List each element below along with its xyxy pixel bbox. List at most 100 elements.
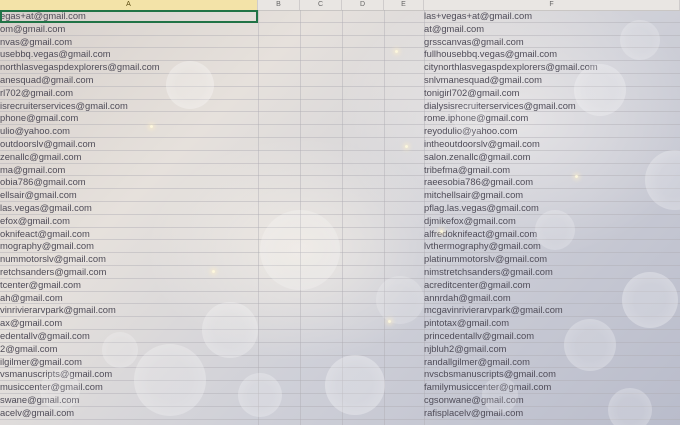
cell-column-a[interactable]: phone@gmail.com xyxy=(0,112,258,125)
cell-column-f[interactable]: mitchellsair@gmail.com xyxy=(424,189,680,202)
active-cell-selection[interactable] xyxy=(0,10,258,23)
cell-column-a[interactable]: isrecruiterservices@gmail.com xyxy=(0,100,258,113)
cell-column-f[interactable]: acreditcenter@gmail.com xyxy=(424,279,680,292)
table-row: nummotorslv@gmail.com platinummotorslv@gm… xyxy=(0,253,680,266)
cell-column-a[interactable]: usebbq.vegas@gmail.com xyxy=(0,48,258,61)
spreadsheet-view: A B C D E F egas+at@gmail.com las+vegas+a… xyxy=(0,0,680,425)
cell-column-a[interactable]: ah@gmail.com xyxy=(0,292,258,305)
cell-column-a[interactable]: mography@gmail.com xyxy=(0,240,258,253)
cell-column-a[interactable]: 2@gmail.com xyxy=(0,343,258,356)
sparkle xyxy=(388,320,391,323)
table-row: om@gmail.com at@gmail.com xyxy=(0,23,680,36)
table-row: isrecruiterservices@gmail.com dialysisrec… xyxy=(0,100,680,113)
cell-column-a[interactable]: zenallc@gmail.com xyxy=(0,151,258,164)
cell-column-a[interactable]: efox@gmail.com xyxy=(0,215,258,228)
table-row: phone@gmail.com rome.iphone@gmail.com xyxy=(0,112,680,126)
cell-column-f[interactable]: randallgilmer@gmail.com xyxy=(424,356,680,369)
table-row: mography@gmail.com lvthermography@gmail.c… xyxy=(0,240,680,254)
cell-column-f[interactable]: nvscbsmanuscripts@gmail.com xyxy=(424,368,680,381)
cell-column-f[interactable]: salon.zenallc@gmail.com xyxy=(424,151,680,164)
sparkle xyxy=(395,50,398,53)
cell-column-f[interactable]: at@gmail.com xyxy=(424,23,680,36)
table-row: 2@gmail.com njbluh2@gmail.com xyxy=(0,343,680,356)
cell-column-a[interactable]: swane@gmail.com xyxy=(0,394,258,407)
table-row: ulio@yahoo.com reyodulio@yahoo.com xyxy=(0,125,680,138)
cell-column-a[interactable]: obia786@gmail.com xyxy=(0,176,258,189)
cell-column-f[interactable]: annrdah@gmail.com xyxy=(424,292,680,305)
cell-column-a[interactable]: las.vegas@gmail.com xyxy=(0,202,258,215)
table-row: vinrivierarvpark@gmail.com mcgavinriviera… xyxy=(0,304,680,318)
cell-column-a[interactable]: tcenter@gmail.com xyxy=(0,279,258,292)
table-row: rl702@gmail.com tonigirl702@gmail.com xyxy=(0,87,680,100)
cell-column-a[interactable]: retchsanders@gmail.com xyxy=(0,266,258,279)
cell-column-a[interactable]: ilgilmer@gmail.com xyxy=(0,356,258,369)
sparkle xyxy=(440,230,443,233)
cell-column-f[interactable]: dialysisrecruiterservices@gmail.com xyxy=(424,100,680,113)
cell-column-a[interactable]: ma@gmail.com xyxy=(0,164,258,177)
cell-column-f[interactable]: pflag.las.vegas@gmail.com xyxy=(424,202,680,215)
cell-column-f[interactable]: las+vegas+at@gmail.com xyxy=(424,10,680,23)
cell-column-a[interactable]: ulio@yahoo.com xyxy=(0,125,258,138)
column-header-a[interactable]: A xyxy=(0,0,258,10)
cell-column-f[interactable]: mcgavinrivierarvpark@gmail.com xyxy=(424,304,680,317)
cell-column-f[interactable]: platinummotorslv@gmail.com xyxy=(424,253,680,266)
cell-column-f[interactable]: snlvmanesquad@gmail.com xyxy=(424,74,680,87)
cell-column-f[interactable]: raeesobia786@gmail.com xyxy=(424,176,680,189)
sparkle xyxy=(212,270,215,273)
cell-column-a[interactable]: northlasvegaspdexplorers@gmail.com xyxy=(0,61,258,74)
cell-column-a[interactable]: edentallv@gmail.com xyxy=(0,330,258,343)
table-row: tcenter@gmail.com acreditcenter@gmail.com xyxy=(0,279,680,292)
cell-column-a[interactable]: musiccenter@gmail.com xyxy=(0,381,258,394)
cell-column-a[interactable]: ax@gmail.com xyxy=(0,317,258,330)
column-header-d[interactable]: D xyxy=(342,0,384,10)
table-row: outdoorslv@gmail.com intheoutdoorslv@gmai… xyxy=(0,138,680,151)
cell-column-a[interactable]: nvas@gmail.com xyxy=(0,36,258,49)
cell-column-f[interactable]: tribefma@gmail.com xyxy=(424,164,680,177)
sparkle xyxy=(405,145,408,148)
cell-column-a[interactable]: acelv@gmail.com xyxy=(0,407,258,420)
cell-column-a[interactable]: rl702@gmail.com xyxy=(0,87,258,100)
cell-column-f[interactable]: alfredoknifeact@gmail.com xyxy=(424,228,680,241)
cell-column-f[interactable]: princedentallv@gmail.com xyxy=(424,330,680,343)
table-row: northlasvegaspdexplorers@gmail.com cityno… xyxy=(0,61,680,74)
cell-column-f[interactable]: pintotax@gmail.com xyxy=(424,317,680,330)
column-header-f[interactable]: F xyxy=(424,0,680,10)
cell-column-f[interactable]: familymusiccenter@gmail.com xyxy=(424,381,680,394)
table-row: nvas@gmail.com grsscanvas@gmail.com xyxy=(0,36,680,49)
table-row: ma@gmail.com tribefma@gmail.com xyxy=(0,164,680,177)
cell-column-f[interactable]: reyodulio@yahoo.com xyxy=(424,125,680,138)
cell-column-a[interactable]: vsmanuscripts@gmail.com xyxy=(0,368,258,381)
table-row: musiccenter@gmail.com familymusiccenter@g… xyxy=(0,381,680,394)
table-row: obia786@gmail.com raeesobia786@gmail.com xyxy=(0,176,680,190)
table-row: usebbq.vegas@gmail.com fullhousebbq.vegas… xyxy=(0,48,680,62)
cell-column-a[interactable]: anesquad@gmail.com xyxy=(0,74,258,87)
table-row: ax@gmail.com pintotax@gmail.com xyxy=(0,317,680,330)
cell-column-f[interactable]: grsscanvas@gmail.com xyxy=(424,36,680,49)
column-header-e[interactable]: E xyxy=(384,0,424,10)
cell-column-f[interactable]: lvthermography@gmail.com xyxy=(424,240,680,253)
column-header-c[interactable]: C xyxy=(300,0,342,10)
cell-column-f[interactable]: citynorthlasvegaspdexplorers@gmail.com xyxy=(424,61,680,74)
table-row: las.vegas@gmail.com pflag.las.vegas@gmail… xyxy=(0,202,680,215)
cell-grid: egas+at@gmail.com las+vegas+at@gmail.com o… xyxy=(0,10,680,425)
cell-column-f[interactable]: djmikefox@gmail.com xyxy=(424,215,680,228)
cell-column-f[interactable]: njbluh2@gmail.com xyxy=(424,343,680,356)
cell-column-f[interactable]: fullhousebbq.vegas@gmail.com xyxy=(424,48,680,61)
cell-column-f[interactable]: tonigirl702@gmail.com xyxy=(424,87,680,100)
cell-column-a[interactable]: ellsair@gmail.com xyxy=(0,189,258,202)
cell-column-a[interactable]: nummotorslv@gmail.com xyxy=(0,253,258,266)
column-header-b[interactable]: B xyxy=(258,0,300,10)
sparkle xyxy=(150,125,153,128)
sparkle xyxy=(575,175,578,178)
cell-column-a[interactable]: vinrivierarvpark@gmail.com xyxy=(0,304,258,317)
table-row: efox@gmail.com djmikefox@gmail.com xyxy=(0,215,680,228)
cell-column-a[interactable]: outdoorslv@gmail.com xyxy=(0,138,258,151)
cell-column-f[interactable]: nimstretchsanders@gmail.com xyxy=(424,266,680,279)
cell-column-a[interactable]: om@gmail.com xyxy=(0,23,258,36)
table-row: ellsair@gmail.com mitchellsair@gmail.com xyxy=(0,189,680,202)
cell-column-a[interactable]: oknifeact@gmail.com xyxy=(0,228,258,241)
cell-column-f[interactable]: cgsonwane@gmail.com xyxy=(424,394,680,407)
cell-column-f[interactable]: rome.iphone@gmail.com xyxy=(424,112,680,125)
cell-column-f[interactable]: rafisplacelv@gmail.com xyxy=(424,407,680,420)
cell-column-f[interactable]: intheoutdoorslv@gmail.com xyxy=(424,138,680,151)
